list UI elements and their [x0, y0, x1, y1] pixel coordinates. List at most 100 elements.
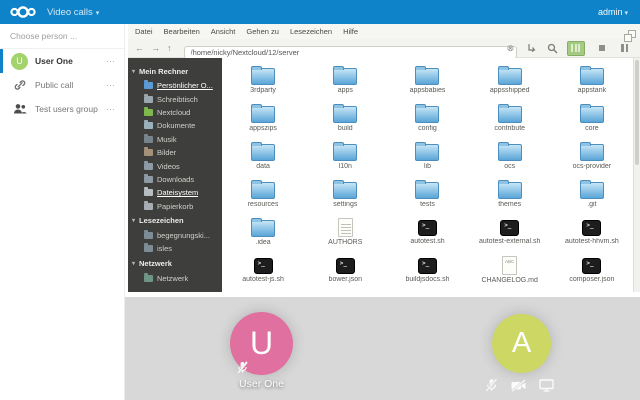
- clear-path-icon[interactable]: ⊗: [507, 43, 515, 54]
- file-icon: [580, 68, 604, 85]
- bookmark-folder-icon: [144, 245, 153, 252]
- menu-item[interactable]: Lesezeichen: [290, 27, 332, 36]
- conversation-user-one[interactable]: U User One ⋯: [0, 49, 124, 73]
- file-name: autotest-hhvm.sh: [565, 238, 619, 245]
- file-item[interactable]: config: [386, 103, 468, 141]
- window-restore-icon[interactable]: [624, 30, 636, 42]
- file-item[interactable]: composer.json: [551, 255, 633, 292]
- file-item[interactable]: autotest-js.sh: [222, 255, 304, 292]
- open-location-icon[interactable]: [527, 43, 537, 53]
- tree-item[interactable]: Schreibtisch: [128, 92, 222, 105]
- menu-item[interactable]: Datei: [135, 27, 153, 36]
- camera-muted-icon[interactable]: [510, 379, 527, 392]
- file-item[interactable]: .idea: [222, 217, 304, 255]
- file-item[interactable]: themes: [469, 179, 551, 217]
- menu-item[interactable]: Bearbeiten: [164, 27, 200, 36]
- file-icon: [415, 182, 439, 199]
- file-item[interactable]: appsbabies: [386, 65, 468, 103]
- tree-item[interactable]: Dateisystem: [128, 186, 222, 199]
- compact-view-button[interactable]: [621, 44, 628, 52]
- file-item[interactable]: appszips: [222, 103, 304, 141]
- nextcloud-logo-icon[interactable]: [9, 4, 37, 20]
- search-icon[interactable]: [547, 43, 558, 54]
- file-item[interactable]: data: [222, 141, 304, 179]
- file-item[interactable]: ocs: [469, 141, 551, 179]
- file-icon: [418, 220, 437, 236]
- tree-section-network[interactable]: Netzwerk: [128, 256, 222, 272]
- back-icon[interactable]: ←: [135, 43, 144, 53]
- tree-item[interactable]: Dokumente: [128, 119, 222, 132]
- file-icon: [502, 256, 517, 275]
- tree-item[interactable]: begegnungski...: [128, 229, 222, 242]
- tree-item[interactable]: Musik: [128, 133, 222, 146]
- tree-item[interactable]: Downloads: [128, 173, 222, 186]
- scrollbar-thumb[interactable]: [635, 60, 639, 165]
- more-icon[interactable]: ⋯: [106, 104, 116, 115]
- file-item[interactable]: bower.json: [304, 255, 386, 292]
- up-icon[interactable]: ↑: [167, 43, 172, 53]
- file-name: core: [585, 125, 599, 132]
- conversation-public-call[interactable]: Public call ⋯: [0, 73, 124, 97]
- tree-section-bookmarks[interactable]: Lesezeichen: [128, 213, 222, 229]
- file-grid-scrollbar[interactable]: [633, 58, 640, 292]
- menu-item[interactable]: Gehen zu: [246, 27, 279, 36]
- file-item[interactable]: CHANGELOG.md: [469, 255, 551, 292]
- file-item[interactable]: AUTHORS: [304, 217, 386, 255]
- file-item[interactable]: appstank: [551, 65, 633, 103]
- user-menu[interactable]: admin▾: [598, 7, 628, 17]
- participant-avatar-a[interactable]: A: [492, 314, 551, 373]
- file-icon: [336, 258, 355, 274]
- microphone-muted-icon[interactable]: [485, 378, 498, 392]
- tree-item-label: Dateisystem: [157, 188, 198, 197]
- tree-item-label: Musik: [157, 135, 177, 144]
- file-item[interactable]: contribute: [469, 103, 551, 141]
- file-item[interactable]: tests: [386, 179, 468, 217]
- file-item[interactable]: buildjsdocs.sh: [386, 255, 468, 292]
- file-item[interactable]: appsshipped: [469, 65, 551, 103]
- icon-view-button[interactable]: [567, 41, 584, 56]
- tree-item[interactable]: Netzwerk: [128, 272, 222, 285]
- tree-item[interactable]: Persönlicher O...: [128, 79, 222, 92]
- more-icon[interactable]: ⋯: [106, 56, 116, 67]
- bookmark-items: begegnungski... isles: [128, 229, 222, 256]
- conversation-label: Public call: [35, 80, 73, 90]
- file-item[interactable]: autotest-external.sh: [469, 217, 551, 255]
- more-icon[interactable]: ⋯: [106, 80, 116, 91]
- file-item[interactable]: resources: [222, 179, 304, 217]
- tree-item-label: Schreibtisch: [157, 95, 198, 104]
- app-title-menu[interactable]: Video calls▾: [47, 7, 99, 18]
- menu-item[interactable]: Hilfe: [343, 27, 358, 36]
- tree-item[interactable]: Nextcloud: [128, 106, 222, 119]
- tree-item[interactable]: Papierkorb: [128, 200, 222, 213]
- file-item[interactable]: autotest-hhvm.sh: [551, 217, 633, 255]
- file-item[interactable]: ocs-provider: [551, 141, 633, 179]
- conversation-test-users-group[interactable]: Test users group ⋯: [0, 97, 124, 121]
- tree-section-computer[interactable]: Mein Rechner: [128, 63, 222, 79]
- list-view-button[interactable]: [594, 41, 611, 56]
- tree-item-label: isles: [157, 244, 172, 253]
- file-name: 3rdparty: [250, 87, 276, 94]
- participant-muted-mic-icon: [237, 361, 248, 374]
- file-item[interactable]: 3rdparty: [222, 65, 304, 103]
- file-item[interactable]: lib: [386, 141, 468, 179]
- file-item[interactable]: apps: [304, 65, 386, 103]
- file-name: build: [338, 125, 353, 132]
- tree-item[interactable]: Videos: [128, 159, 222, 172]
- file-item[interactable]: .git: [551, 179, 633, 217]
- location-path-input[interactable]: [184, 46, 518, 59]
- conversation-label: Test users group: [35, 104, 98, 114]
- choose-person-input[interactable]: [0, 24, 124, 49]
- file-item[interactable]: l10n: [304, 141, 386, 179]
- file-item[interactable]: build: [304, 103, 386, 141]
- screenshare-icon[interactable]: [539, 379, 554, 392]
- menu-item[interactable]: Ansicht: [211, 27, 236, 36]
- file-item[interactable]: core: [551, 103, 633, 141]
- forward-icon[interactable]: →: [151, 43, 160, 53]
- file-item[interactable]: settings: [304, 179, 386, 217]
- tree-item[interactable]: Bilder: [128, 146, 222, 159]
- tree-item[interactable]: isles: [128, 242, 222, 255]
- file-item[interactable]: autotest.sh: [386, 217, 468, 255]
- file-name: themes: [498, 201, 521, 208]
- main-area: Datei Bearbeiten Ansicht Gehen zu Lesezeiche…: [125, 24, 640, 400]
- file-icon: [498, 144, 522, 161]
